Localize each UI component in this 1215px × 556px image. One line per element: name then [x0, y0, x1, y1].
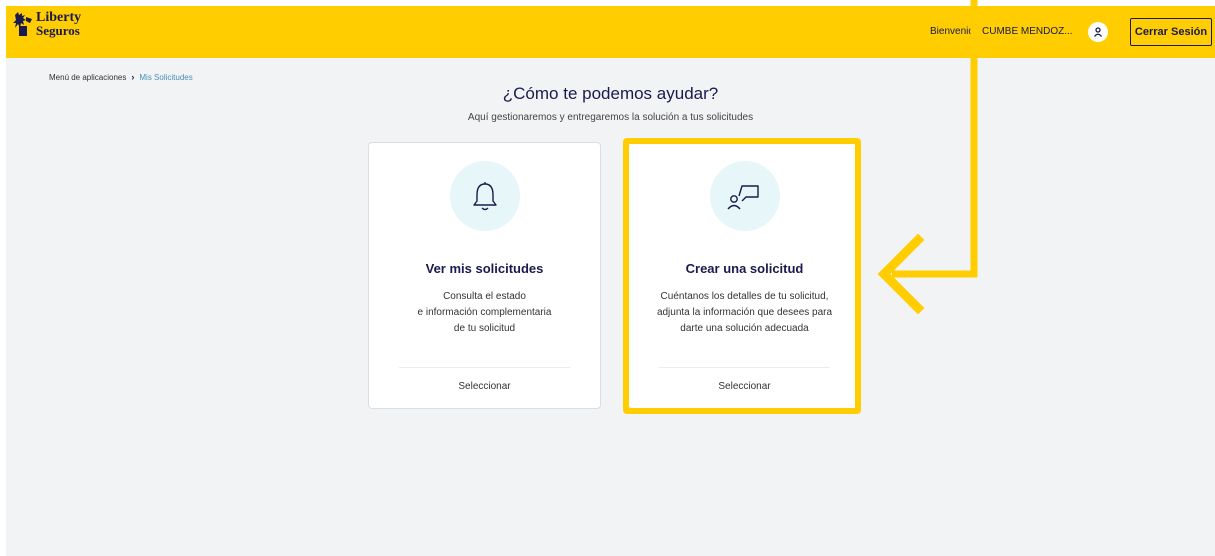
- card-title: Ver mis solicitudes: [425, 261, 544, 276]
- welcome-text: Bienvenid: [930, 26, 974, 37]
- card-icon-circle: [709, 161, 780, 231]
- card-desc-line: de tu solicitud: [453, 323, 516, 334]
- logout-button[interactable]: Cerrar Sesión: [1130, 18, 1212, 46]
- logo-wordmark: Liberty Seguros: [36, 11, 81, 38]
- user-icon: [1093, 27, 1103, 37]
- select-view-requests-button[interactable]: Seleccionar: [369, 381, 600, 392]
- top-header: Liberty Seguros Bienvenid CUMBE MENDOZ..…: [6, 6, 1215, 58]
- view-requests-card[interactable]: Ver mis solicitudes Consulta el estado e…: [368, 142, 601, 409]
- create-request-card[interactable]: Crear una solicitud Cuéntanos los detall…: [628, 142, 861, 409]
- chevron-right-icon: ›: [131, 72, 135, 82]
- person-chat-icon: [726, 185, 759, 210]
- select-create-request-button[interactable]: Seleccionar: [629, 381, 860, 392]
- username-text: CUMBE MENDOZ...: [982, 26, 1073, 37]
- card-desc-line: Cuéntanos los detalles de tu solicitud,: [660, 291, 829, 302]
- card-desc-line: e información complementaria: [417, 307, 552, 318]
- card-title: Crear una solicitud: [685, 261, 804, 276]
- card-desc-line: Consulta el estado: [443, 291, 526, 302]
- card-divider: [399, 367, 570, 368]
- page-title: ¿Cómo te podemos ayudar?: [502, 84, 719, 103]
- breadcrumb-current: Mis Solicitudes: [139, 72, 193, 82]
- card-icon-circle: [449, 161, 520, 231]
- page-subtitle: Aquí gestionaremos y entregaremos la sol…: [467, 112, 754, 123]
- user-avatar[interactable]: [1088, 22, 1108, 42]
- card-desc-line: adjunta la información que desees para: [656, 307, 833, 318]
- statue-of-liberty-logo-icon: [13, 12, 32, 36]
- card-desc-line: darte una solución adecuada: [680, 323, 809, 334]
- card-description: Cuéntanos los detalles de tu solicitud, …: [639, 289, 850, 337]
- logo-line-2: Seguros: [36, 23, 80, 38]
- liberty-logo[interactable]: Liberty Seguros: [12, 11, 81, 37]
- main-content: Menú de aplicaciones › Mis Solicitudes ¿…: [6, 58, 1215, 556]
- breadcrumb: Menú de aplicaciones › Mis Solicitudes: [49, 72, 193, 82]
- bell-icon: [472, 182, 497, 211]
- card-description: Consulta el estado e información complem…: [379, 289, 590, 337]
- breadcrumb-root-link[interactable]: Menú de aplicaciones: [49, 73, 126, 82]
- card-divider: [659, 367, 830, 368]
